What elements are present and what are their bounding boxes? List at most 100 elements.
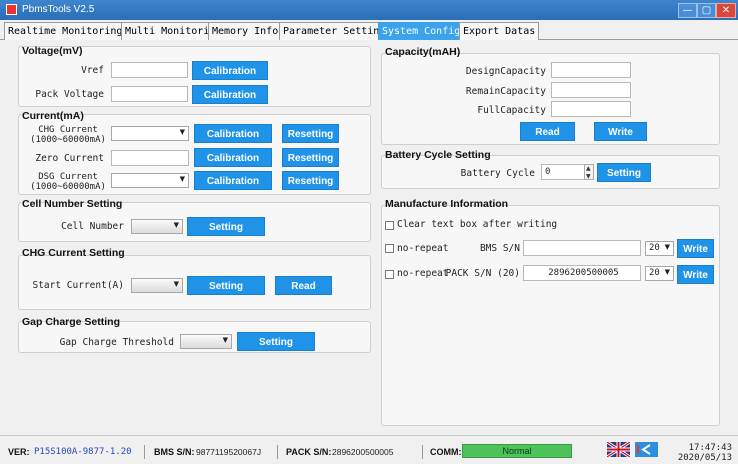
zero-current-resetting-button[interactable]: Resetting bbox=[282, 148, 339, 167]
chevron-down-icon: ▼ bbox=[179, 175, 185, 183]
current-title: Current(mA) bbox=[22, 110, 84, 122]
bms-sn-label: BMS S/N bbox=[479, 243, 520, 254]
bms-norepeat-label: no-repeat bbox=[397, 243, 449, 254]
cell-number-select[interactable]: ▼ bbox=[131, 219, 183, 234]
status-bms-label: BMS S/N: bbox=[154, 447, 195, 457]
dsg-current-label: DSG Current (1000~60000mA) bbox=[27, 172, 109, 192]
gap-charge-setting-button[interactable]: Setting bbox=[237, 332, 315, 351]
tab-parameter-setting[interactable]: Parameter Setting bbox=[279, 22, 390, 40]
spin-down-icon[interactable]: ▼ bbox=[586, 173, 591, 180]
chg-current-label-line1: CHG Current bbox=[38, 125, 98, 135]
pack-sn-input[interactable]: 2896200500005 bbox=[523, 265, 641, 281]
status-divider bbox=[144, 445, 145, 459]
pack-voltage-input[interactable] bbox=[111, 86, 188, 102]
chg-current-label-line2: (1000~60000mA) bbox=[30, 135, 106, 145]
status-clock: 17:47:43 2020/05/13 bbox=[672, 443, 732, 463]
start-current-select[interactable]: ▼ bbox=[131, 278, 183, 293]
pack-norepeat-checkbox[interactable] bbox=[385, 270, 394, 279]
chg-current-label: CHG Current (1000~60000mA) bbox=[27, 125, 109, 145]
capacity-read-button[interactable]: Read bbox=[520, 122, 575, 141]
chevron-down-icon: ▼ bbox=[173, 221, 179, 229]
bms-sn-length-select[interactable]: 20 ▼ bbox=[645, 241, 674, 256]
start-current-setting-button[interactable]: Setting bbox=[187, 276, 265, 295]
pack-sn-length-value: 20 bbox=[649, 268, 660, 278]
battery-cycle-spinner[interactable]: ▲ ▼ bbox=[584, 164, 594, 180]
start-current-label: Start Current(A) bbox=[32, 280, 124, 291]
design-capacity-input[interactable] bbox=[551, 62, 631, 78]
zero-current-calibration-button[interactable]: Calibration bbox=[194, 148, 272, 167]
dsg-current-label-line2: (1000~60000mA) bbox=[30, 182, 106, 192]
chevron-down-icon: ▼ bbox=[664, 268, 670, 276]
zero-current-label: Zero Current bbox=[35, 153, 104, 164]
status-divider bbox=[422, 445, 423, 459]
status-ver-value: P15S100A-9877-1.20 bbox=[34, 447, 132, 457]
english-flag-icon[interactable] bbox=[607, 442, 630, 457]
status-divider bbox=[277, 445, 278, 459]
pack-voltage-calibration-button[interactable]: Calibration bbox=[192, 85, 268, 104]
dsg-current-select[interactable]: ▼ bbox=[111, 173, 189, 188]
status-comm-indicator: Normal bbox=[462, 444, 572, 458]
clear-text-checkbox[interactable] bbox=[385, 221, 394, 230]
gap-charge-threshold-select[interactable]: ▼ bbox=[180, 334, 232, 349]
full-capacity-input[interactable] bbox=[551, 101, 631, 117]
cell-number-label: Cell Number bbox=[61, 221, 124, 232]
vref-calibration-button[interactable]: Calibration bbox=[192, 61, 268, 80]
battery-cycle-input[interactable]: 0 bbox=[541, 164, 585, 180]
tab-export-datas[interactable]: Export Datas bbox=[459, 22, 540, 40]
tab-realtime-monitoring[interactable]: Realtime Monitoring bbox=[4, 22, 127, 40]
pack-voltage-label: Pack Voltage bbox=[35, 89, 104, 100]
battery-cycle-setting-button[interactable]: Setting bbox=[597, 163, 651, 182]
minimize-button[interactable]: — bbox=[678, 3, 697, 18]
status-ver-label: VER: bbox=[8, 447, 30, 457]
chg-current-setting-title: CHG Current Setting bbox=[22, 247, 125, 259]
battery-cycle-title: Battery Cycle Setting bbox=[385, 149, 491, 161]
language-toggle-icon[interactable] bbox=[635, 442, 658, 457]
dsg-current-resetting-button[interactable]: Resetting bbox=[282, 171, 339, 190]
tab-memory-info[interactable]: Memory Info. bbox=[208, 22, 289, 40]
remain-capacity-label: RemainCapacity bbox=[465, 86, 546, 97]
start-current-read-button[interactable]: Read bbox=[275, 276, 332, 295]
status-pack-value: 2896200500005 bbox=[332, 447, 394, 457]
clear-text-label: Clear text box after writing bbox=[397, 219, 558, 230]
bms-norepeat-checkbox[interactable] bbox=[385, 244, 394, 253]
chevron-down-icon: ▼ bbox=[173, 280, 179, 288]
tab-system-config[interactable]: System Config. bbox=[378, 22, 471, 40]
chevron-down-icon: ▼ bbox=[222, 336, 228, 344]
bms-sn-write-button[interactable]: Write bbox=[677, 239, 714, 258]
status-date: 2020/05/13 bbox=[677, 453, 732, 463]
window-title: PbmsTools V2.5 bbox=[22, 4, 95, 15]
manufacture-group bbox=[381, 205, 720, 426]
vref-input[interactable] bbox=[111, 62, 188, 78]
vref-label: Vref bbox=[81, 65, 104, 76]
chg-current-resetting-button[interactable]: Resetting bbox=[282, 124, 339, 143]
chg-current-calibration-button[interactable]: Calibration bbox=[194, 124, 272, 143]
remain-capacity-input[interactable] bbox=[551, 82, 631, 98]
gap-charge-title: Gap Charge Setting bbox=[22, 316, 121, 328]
chevron-down-icon: ▼ bbox=[179, 128, 185, 136]
pack-sn-write-button[interactable]: Write bbox=[677, 265, 714, 284]
capacity-title: Capacity(mAH) bbox=[385, 46, 461, 58]
status-time: 17:47:43 bbox=[688, 443, 732, 453]
zero-current-input[interactable] bbox=[111, 150, 189, 166]
cell-number-title: Cell Number Setting bbox=[22, 198, 123, 210]
cell-number-setting-button[interactable]: Setting bbox=[187, 217, 265, 236]
status-bms-value: 9877119520067J bbox=[196, 447, 262, 457]
bms-sn-input[interactable] bbox=[523, 240, 641, 256]
chg-current-select[interactable]: ▼ bbox=[111, 126, 189, 141]
chevron-down-icon: ▼ bbox=[664, 243, 670, 251]
pack-sn-label: PACK S/N (20) bbox=[445, 268, 520, 279]
maximize-button[interactable]: ▢ bbox=[697, 3, 716, 18]
spin-up-icon[interactable]: ▲ bbox=[586, 165, 591, 172]
voltage-title: Voltage(mV) bbox=[22, 45, 83, 57]
capacity-write-button[interactable]: Write bbox=[594, 122, 647, 141]
pack-sn-length-select[interactable]: 20 ▼ bbox=[645, 266, 674, 281]
bms-sn-length-value: 20 bbox=[649, 243, 660, 253]
design-capacity-label: DesignCapacity bbox=[465, 66, 546, 77]
status-pack-label: PACK S/N: bbox=[286, 447, 332, 457]
full-capacity-label: FullCapacity bbox=[477, 105, 546, 116]
close-button[interactable]: ✕ bbox=[716, 3, 736, 18]
gap-charge-threshold-label: Gap Charge Threshold bbox=[59, 337, 174, 348]
status-comm-label: COMM: bbox=[430, 447, 462, 457]
dsg-current-calibration-button[interactable]: Calibration bbox=[194, 171, 272, 190]
dsg-current-label-line1: DSG Current bbox=[38, 172, 98, 182]
